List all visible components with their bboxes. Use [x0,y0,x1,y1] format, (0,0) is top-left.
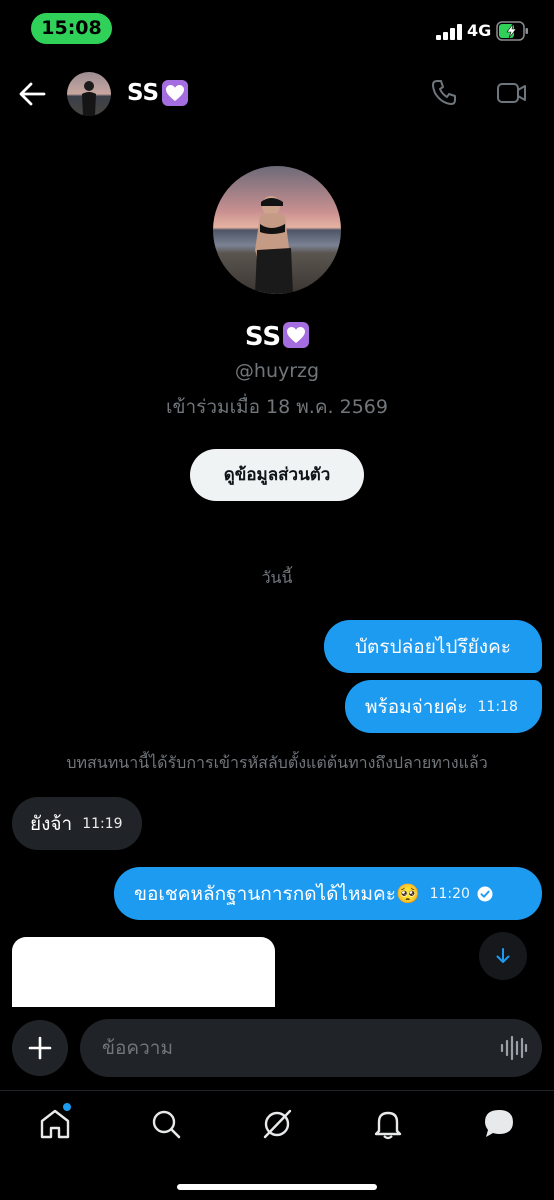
profile-name-text: SS [244,322,282,352]
network-type: 4G [467,21,492,40]
home-icon[interactable] [38,1107,72,1141]
message-text: บัตรปล่อยไปรึยังคะ [355,635,511,658]
status-time: 15:08 [31,13,112,44]
profile-joined-date: เข้าร่วมเมื่อ 18 พ.ค. 2569 [166,396,388,418]
message-text: พร้อมจ่ายค่ะ [365,695,468,718]
back-arrow-icon[interactable] [16,80,48,108]
search-icon[interactable] [149,1107,183,1141]
messages-icon[interactable] [482,1107,516,1141]
message-bubble-outgoing[interactable]: บัตรปล่อยไปรึยังคะ [324,620,542,673]
grok-icon[interactable] [260,1107,294,1141]
message-bubble-outgoing[interactable]: ขอเชคหลักฐานการกดได้ไหมคะ🥺 11:20 [114,867,542,920]
signal-icon [436,24,464,40]
add-attachment-button[interactable] [12,1020,68,1076]
date-separator: วันนี้ [261,568,293,587]
message-composer [80,1019,542,1077]
voice-message-icon[interactable] [500,1035,528,1061]
profile-name: SS [0,322,554,352]
battery-charging-icon [496,21,528,41]
heart-badge-icon [283,322,310,348]
message-time: 11:20 [429,885,470,902]
phone-icon[interactable] [430,78,460,108]
heart-badge-icon [162,80,189,106]
view-profile-button[interactable]: ดูข้อมูลส่วนตัว [190,449,364,501]
message-time: 11:18 [477,698,518,715]
home-indicator [177,1184,377,1190]
encryption-notice: บทสนทนานี้ได้รับการเข้ารหัสลับตั้งแต่ต้น… [66,753,488,772]
header-name: SS [127,80,160,106]
notifications-bell-icon[interactable] [371,1107,405,1141]
arrow-down-icon [496,948,510,963]
header-title[interactable]: SS [127,80,189,106]
media-attachment[interactable] [12,937,275,1007]
bottom-tab-bar [0,1090,554,1160]
plus-icon [28,1036,52,1060]
message-input[interactable] [102,1019,492,1077]
scroll-to-bottom-button[interactable] [479,932,527,980]
read-check-icon [477,886,493,901]
status-bar: 15:08 4G [0,0,554,56]
message-text: ยังจ้า [30,812,73,835]
profile-handle: @huyrzg [234,360,320,382]
message-time: 11:19 [82,815,123,832]
message-bubble-incoming[interactable]: ยังจ้า 11:19 [12,797,142,850]
header-avatar[interactable] [67,72,111,116]
profile-avatar[interactable] [213,166,341,294]
video-call-icon[interactable] [496,80,528,106]
message-bubble-outgoing[interactable]: พร้อมจ่ายค่ะ 11:18 [345,680,542,733]
chat-header: SS [0,64,554,124]
notification-dot [63,1103,71,1111]
message-text: ขอเชคหลักฐานการกดได้ไหมคะ🥺 [134,882,420,905]
